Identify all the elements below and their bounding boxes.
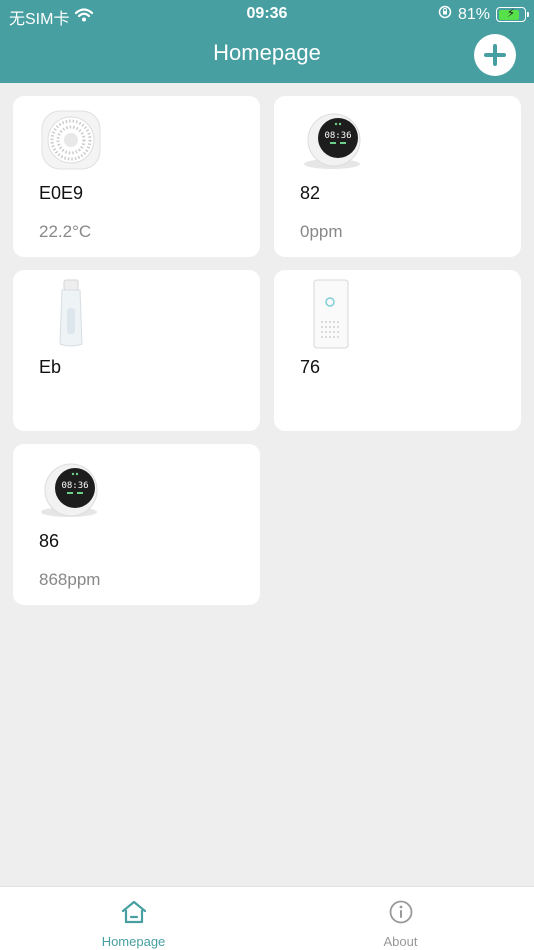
svg-text:08:36: 08:36 (61, 481, 88, 491)
tab-label: About (383, 934, 418, 949)
tab-label: Homepage (101, 934, 166, 949)
device-card[interactable]: Eb (13, 270, 260, 431)
plus-icon (484, 44, 506, 66)
device-card[interactable]: 08:36 82 0ppm (274, 96, 521, 257)
svg-text:08:36: 08:36 (324, 131, 351, 141)
rectangular-sensor-icon (300, 278, 364, 350)
device-name: 86 (39, 531, 60, 551)
device-name: Eb (39, 357, 62, 377)
tab-bar: Homepage About (0, 886, 534, 950)
device-name: 76 (300, 357, 321, 377)
device-card[interactable]: E0E9 22.2°C (13, 96, 260, 257)
bottle-device-icon (39, 278, 103, 350)
round-clock-monitor-icon: 08:36 (39, 452, 103, 524)
battery-icon: ⚡ (496, 6, 529, 22)
charging-bolt-icon: ⚡ (506, 6, 516, 20)
top-bar: 无SIM卡 09:36 81% ⚡ Homepage (0, 0, 534, 83)
round-clock-monitor-icon: 08:36 (300, 104, 364, 176)
tab-about[interactable]: About (267, 887, 534, 950)
device-grid: E0E9 22.2°C 08:36 82 0ppm Eb 76 08:36 86… (13, 96, 521, 605)
tab-homepage[interactable]: Homepage (0, 887, 267, 950)
device-card[interactable]: 08:36 86 868ppm (13, 444, 260, 605)
device-value: 868ppm (39, 570, 101, 589)
round-speaker-sensor-icon (39, 104, 103, 176)
battery-percent: 81% (457, 5, 490, 23)
info-icon (388, 899, 414, 930)
device-name: 82 (300, 183, 321, 203)
orientation-lock-icon (438, 5, 452, 24)
page-title: Homepage (213, 40, 321, 65)
device-name: E0E9 (39, 183, 84, 203)
device-value: 0ppm (300, 222, 343, 241)
status-right: 81% ⚡ (438, 5, 529, 24)
status-bar: 无SIM卡 09:36 81% ⚡ (0, 0, 534, 28)
device-card[interactable]: 76 (274, 270, 521, 431)
device-value: 22.2°C (39, 222, 92, 241)
add-device-button[interactable] (474, 34, 516, 76)
home-icon (120, 899, 148, 930)
